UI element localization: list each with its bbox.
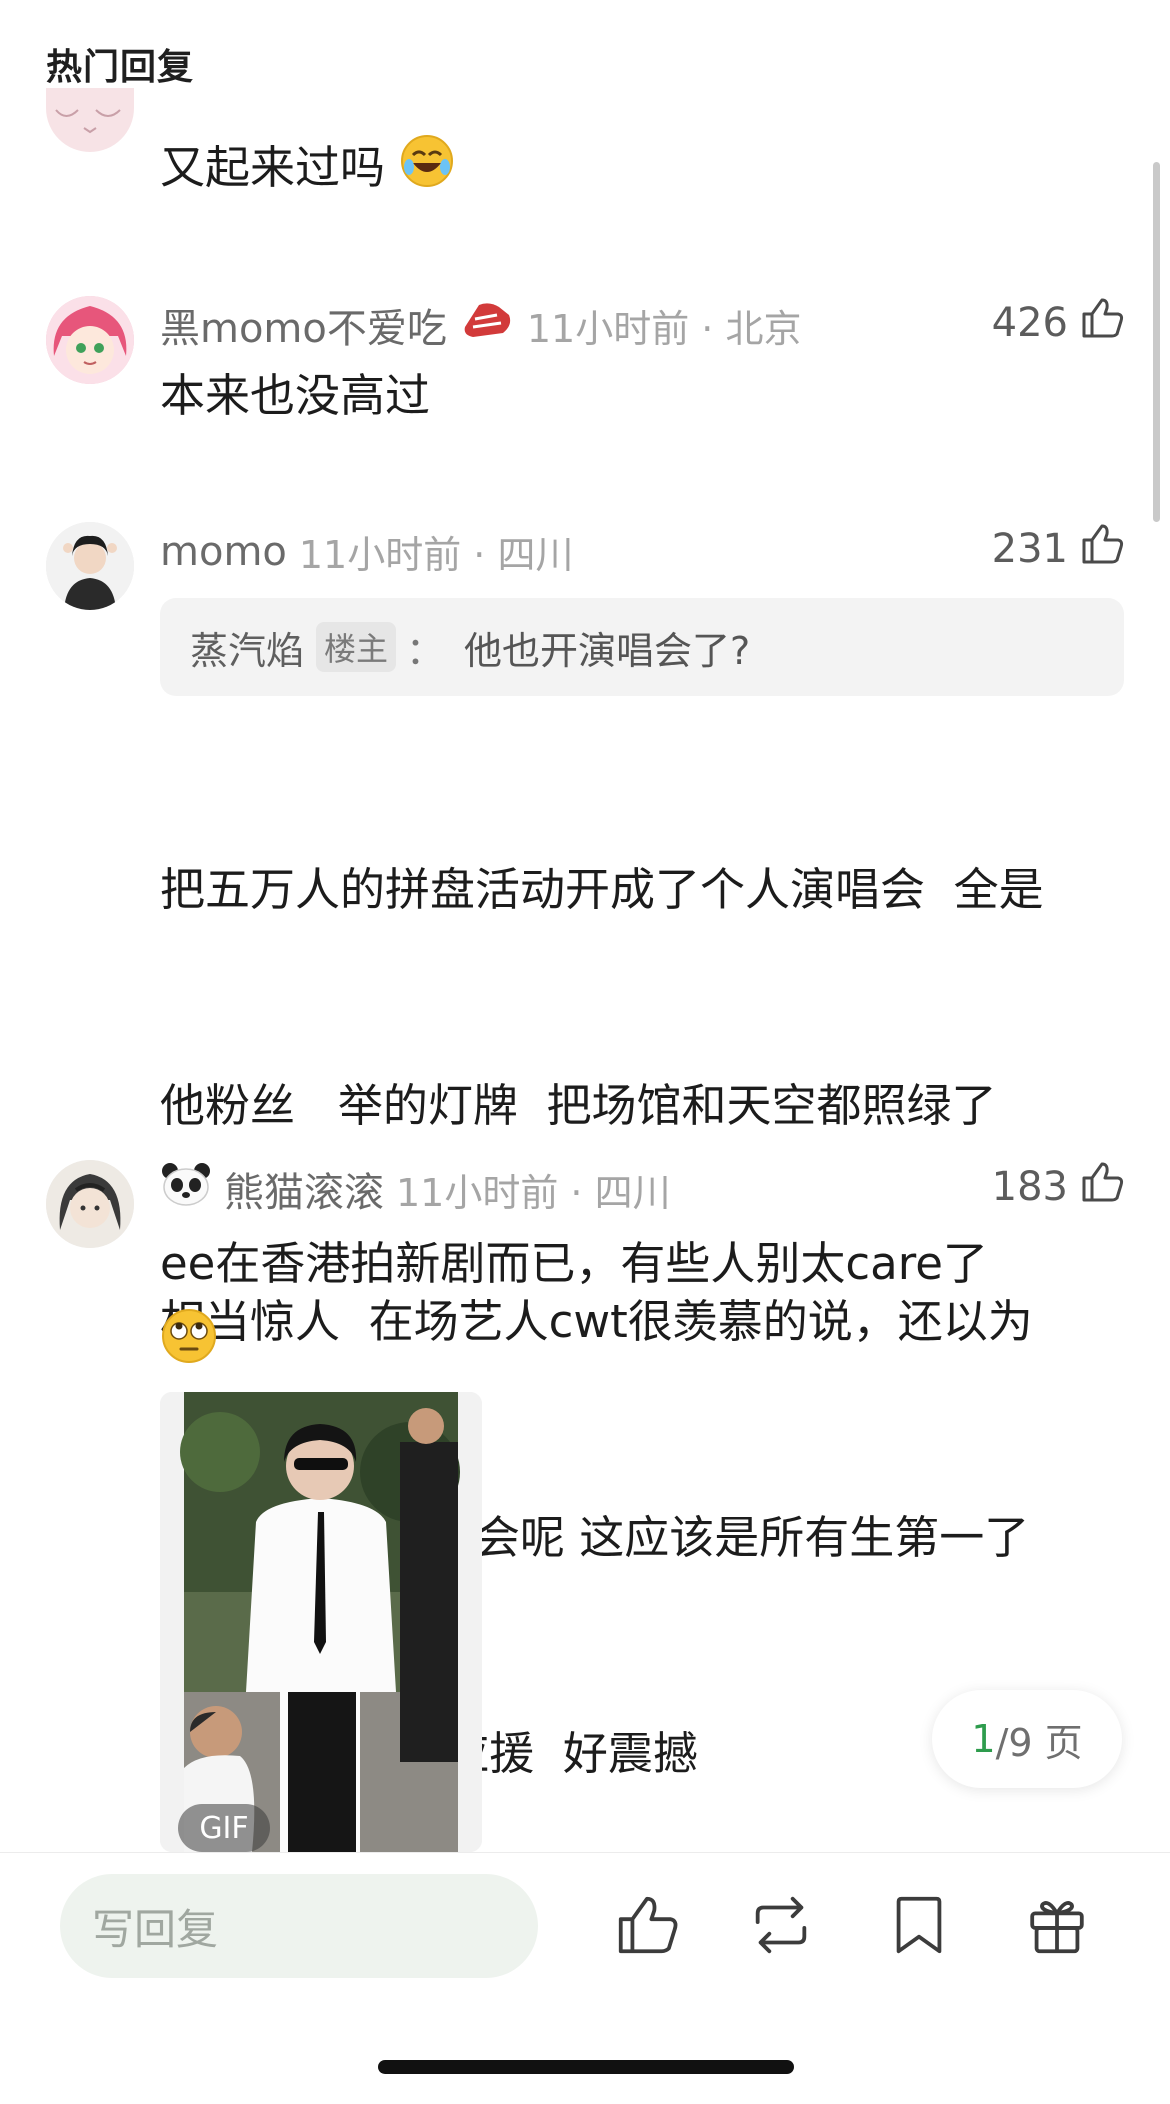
like-count: 183 <box>991 1164 1068 1210</box>
thumbs-up-icon <box>1078 294 1126 352</box>
op-badge: 楼主 <box>316 622 397 672</box>
scrollbar[interactable] <box>1153 162 1160 522</box>
comment-line: 把五万人的拼盘活动开成了个人演唱会 全是 <box>160 863 1044 916</box>
page-indicator[interactable]: 1 /9 页 <box>932 1690 1122 1788</box>
avatar[interactable] <box>46 88 134 152</box>
quote-separator: ： <box>406 628 445 673</box>
time-location: 11小时前 · 四川 <box>298 533 574 577</box>
comment-line: 他粉丝 举的灯牌 把场馆和天空都照绿了 <box>160 1079 997 1132</box>
comment-text: ee在香港拍新剧而已，有些人别太care了 <box>160 1228 988 1372</box>
laughing-emoji-icon <box>399 133 455 210</box>
page-title: 热门回复 <box>46 47 195 88</box>
like-button[interactable]: 426 <box>992 294 1126 352</box>
eye-roll-emoji-icon <box>160 1300 988 1372</box>
thumbs-up-icon <box>1078 1158 1126 1216</box>
username[interactable]: 黑momo不爱吃 <box>160 296 447 354</box>
quote-author[interactable]: 蒸汽焰 <box>190 620 304 675</box>
avatar[interactable] <box>46 522 134 610</box>
comment-meta: momo 11小时前 · 四川 <box>160 524 573 579</box>
comment-body: ee在香港拍新剧而已，有些人别太care了 <box>160 1237 988 1290</box>
avatar[interactable] <box>46 296 134 384</box>
gif-thumbnail[interactable] <box>160 1392 482 1852</box>
like-icon[interactable] <box>612 1890 682 1960</box>
time-location: 11小时前 · 四川 <box>396 1170 671 1215</box>
home-indicator <box>378 2060 794 2074</box>
comment-meta: 熊猫滚滚 11小时前 · 四川 <box>160 1160 671 1218</box>
comment-text: 本来也没高过 <box>160 369 431 422</box>
like-button[interactable]: 183 <box>992 1158 1126 1216</box>
thumbs-up-icon <box>1078 520 1126 578</box>
bookmark-icon[interactable] <box>884 1890 954 1960</box>
gif-badge: GIF <box>178 1804 270 1852</box>
like-count: 426 <box>991 300 1068 346</box>
quoted-reply[interactable]: 蒸汽焰 楼主 ： 他也开演唱会了? <box>160 598 1124 696</box>
time-location: 11小时前 · 北京 <box>526 306 802 351</box>
username[interactable]: momo <box>160 529 287 575</box>
comment-text: 又起来过吗 <box>160 132 455 210</box>
badge-icon <box>459 297 515 353</box>
username[interactable]: 熊猫滚滚 <box>224 1160 384 1218</box>
comment-meta: 黑momo不爱吃 11小时前 · 北京 <box>160 296 801 354</box>
gift-icon[interactable] <box>1022 1890 1092 1960</box>
repost-icon[interactable] <box>746 1890 816 1960</box>
quote-text: 他也开演唱会了? <box>464 628 751 673</box>
avatar[interactable] <box>46 1160 134 1248</box>
reply-input[interactable]: 写回复 <box>60 1874 538 1978</box>
panda-icon <box>160 1161 212 1217</box>
like-button[interactable]: 231 <box>992 520 1126 578</box>
current-page: 1 <box>971 1717 996 1761</box>
like-count: 231 <box>991 526 1068 572</box>
comment-body: 又起来过吗 <box>160 141 386 194</box>
total-pages: /9 页 <box>995 1720 1083 1765</box>
